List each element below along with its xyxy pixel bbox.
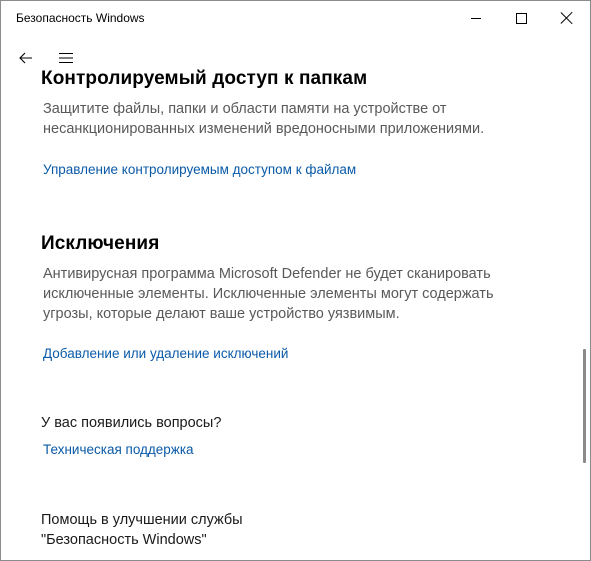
main-content: Контролируемый доступ к папкам Защитите … bbox=[1, 35, 590, 560]
exclusions-description-line1: Антивирусная программа Microsoft Defende… bbox=[43, 266, 491, 282]
improve-line1: Помощь в улучшении службы bbox=[41, 512, 243, 528]
minimize-icon bbox=[471, 17, 481, 19]
title-bar[interactable]: Безопасность Windows bbox=[1, 1, 590, 35]
window-title: Безопасность Windows bbox=[16, 11, 145, 25]
close-button[interactable] bbox=[544, 1, 590, 35]
close-icon bbox=[560, 11, 574, 25]
folders-description-line1: Защитите файлы, папки и области памяти н… bbox=[43, 101, 447, 117]
questions-heading: У вас появились вопросы? bbox=[41, 415, 222, 431]
improve-line2: "Безопасность Windows" bbox=[41, 532, 207, 548]
manage-controlled-access-link[interactable]: Управление контролируемым доступом к фай… bbox=[43, 162, 356, 177]
add-remove-exclusions-link[interactable]: Добавление или удаление исключений bbox=[43, 346, 288, 361]
exclusions-heading: Исключения bbox=[41, 233, 160, 254]
scrollbar-thumb[interactable] bbox=[583, 349, 586, 463]
app-window: Безопасность Windows Контролируемый дост… bbox=[0, 0, 591, 561]
maximize-icon bbox=[515, 12, 527, 24]
tech-support-link[interactable]: Техническая поддержка bbox=[43, 442, 194, 457]
folders-heading: Контролируемый доступ к папкам bbox=[41, 68, 368, 89]
folders-description-line2: несанкционированных изменений вредоносны… bbox=[43, 121, 485, 137]
minimize-button[interactable] bbox=[453, 1, 499, 35]
maximize-button[interactable] bbox=[498, 1, 544, 35]
exclusions-description-line3: угрозы, которые делают ваше устройство у… bbox=[43, 306, 400, 322]
exclusions-description-line2: исключенные элементы. Исключенные элемен… bbox=[43, 286, 494, 302]
